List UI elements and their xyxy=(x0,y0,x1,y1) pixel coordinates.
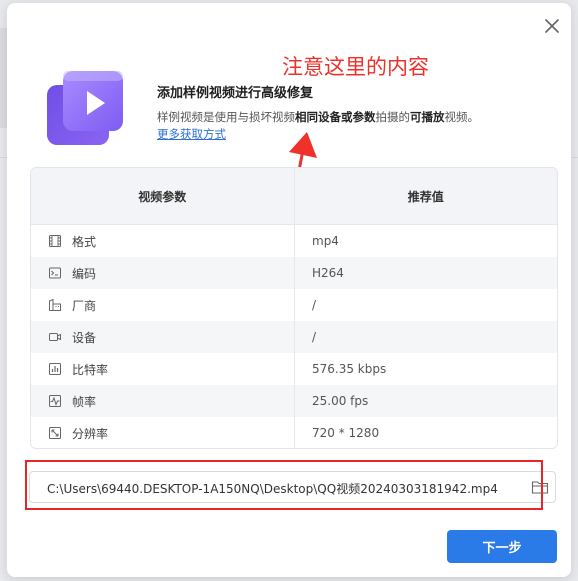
column-header-param: 视频参数 xyxy=(138,189,187,204)
factory-icon xyxy=(49,298,61,311)
table-row: 厂商 / xyxy=(31,289,557,321)
dialog-description: 样例视频是使用与损坏视频相同设备或参数拍摄的可播放视频。 xyxy=(157,109,479,125)
desc-highlight-2: 可播放 xyxy=(410,110,445,124)
table-header: 视频参数 推荐值 xyxy=(31,168,557,225)
param-value: 720 * 1280 xyxy=(294,417,557,448)
resize-icon xyxy=(49,427,61,439)
param-name-cell: 编码 xyxy=(31,257,294,289)
param-label: 比特率 xyxy=(72,362,109,377)
desc-text-3: 视频。 xyxy=(444,110,480,124)
param-value: mp4 xyxy=(294,225,557,257)
terminal-icon xyxy=(49,267,61,279)
param-label: 分辨率 xyxy=(72,426,109,441)
table-row: 格式 mp4 xyxy=(31,225,557,257)
param-name-cell: 比特率 xyxy=(31,353,294,385)
table-row: 编码 H264 xyxy=(31,257,557,289)
video-params-table: 视频参数 推荐值 格式 mp4 编码 H264 厂商 / 设备 / 比特率 57… xyxy=(30,167,558,449)
table-row: 设备 / xyxy=(31,321,557,353)
param-value: 25.00 fps xyxy=(294,385,557,417)
param-label: 帧率 xyxy=(72,394,97,409)
param-value: / xyxy=(294,289,557,321)
desc-highlight-1: 相同设备或参数 xyxy=(295,110,376,124)
close-button[interactable] xyxy=(539,13,565,39)
table-row: 分辨率 720 * 1280 xyxy=(31,417,557,448)
dialog-title: 添加样例视频进行高级修复 xyxy=(157,86,314,101)
table-row: 帧率 25.00 fps xyxy=(31,385,557,417)
param-value: / xyxy=(294,321,557,353)
next-step-button[interactable]: 下一步 xyxy=(447,530,557,563)
param-value: H264 xyxy=(294,257,557,289)
desc-text-1: 样例视频是使用与损坏视频 xyxy=(157,110,295,124)
table-row: 比特率 576.35 kbps xyxy=(31,353,557,385)
more-ways-link[interactable]: 更多获取方式 xyxy=(157,126,226,142)
param-name-cell: 帧率 xyxy=(31,385,294,417)
sample-video-dialog: 添加样例视频进行高级修复 样例视频是使用与损坏视频相同设备或参数拍摄的可播放视频… xyxy=(7,3,571,577)
desc-text-2: 拍摄的 xyxy=(375,110,411,124)
param-label: 设备 xyxy=(72,330,97,345)
video-play-icon xyxy=(47,71,123,145)
param-name-cell: 厂商 xyxy=(31,289,294,321)
param-label: 编码 xyxy=(72,266,97,281)
annotation-text: 注意这里的内容 xyxy=(282,55,429,79)
film-icon xyxy=(49,235,61,247)
column-header-recommended: 推荐值 xyxy=(293,168,558,224)
param-name-cell: 分辨率 xyxy=(31,417,294,448)
bar-chart-icon xyxy=(49,363,61,375)
param-label: 格式 xyxy=(72,234,97,249)
close-icon xyxy=(545,19,559,33)
param-label: 厂商 xyxy=(72,298,97,313)
camera-icon xyxy=(49,333,61,341)
param-name-cell: 格式 xyxy=(31,225,294,257)
pulse-icon xyxy=(49,395,61,407)
annotation-highlight-box xyxy=(25,460,543,510)
param-value: 576.35 kbps xyxy=(294,353,557,385)
param-name-cell: 设备 xyxy=(31,321,294,353)
